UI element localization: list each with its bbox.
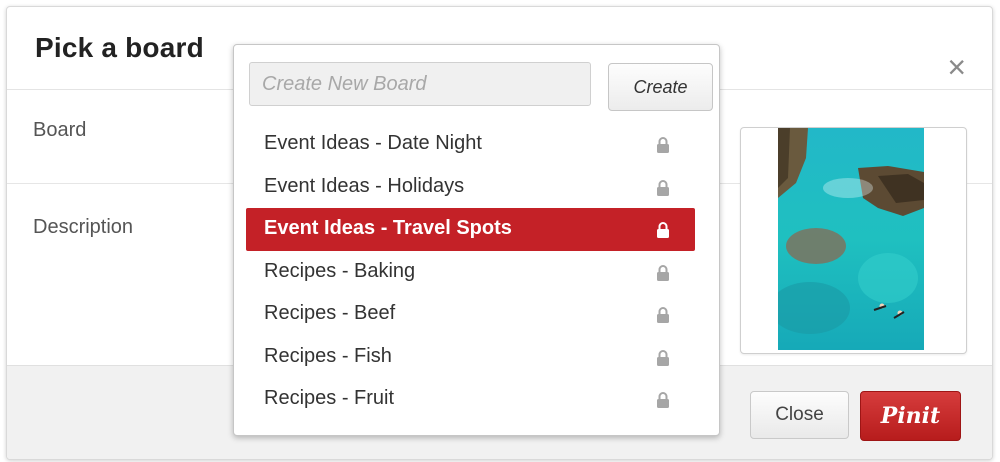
create-board-button[interactable]: Create	[608, 63, 713, 111]
pin-image	[778, 128, 924, 350]
board-list-item[interactable]: Recipes - Baking	[234, 251, 719, 294]
lock-icon	[657, 137, 669, 153]
description-label: Description	[33, 216, 134, 238]
board-list-item[interactable]: Event Ideas - Holidays	[234, 166, 719, 209]
board-item-label: Event Ideas - Date Night	[264, 132, 482, 154]
lock-icon	[657, 392, 669, 408]
board-list-item[interactable]: Event Ideas - Date Night	[234, 123, 719, 166]
lock-icon	[657, 179, 669, 196]
board-list-item[interactable]: Recipes - Fish	[234, 336, 719, 379]
board-item-label: Recipes - Beef	[264, 302, 396, 324]
board-item-label: Recipes - Fish	[264, 344, 392, 367]
board-label: Board	[33, 119, 87, 141]
board-item-label: Recipes - Fruit	[264, 387, 395, 409]
lock-icon	[657, 349, 669, 366]
board-dropdown: Create Event Ideas - Date NightEvent Ide…	[233, 44, 720, 436]
board-item-label: Event Ideas - Travel Spots	[264, 217, 512, 239]
lock-icon	[657, 222, 669, 238]
create-board-input[interactable]	[249, 62, 591, 106]
board-item-label: Event Ideas - Holidays	[264, 174, 465, 197]
close-button[interactable]: Close	[750, 391, 849, 439]
board-list-item[interactable]: Recipes - Beef	[234, 293, 719, 336]
board-item-label: Recipes - Baking	[264, 259, 416, 282]
lock-icon	[657, 264, 669, 281]
dialog-title: Pick a board	[35, 32, 204, 63]
pin-image-frame	[740, 127, 967, 354]
board-list-item[interactable]: Event Ideas - Travel Spots	[246, 208, 695, 251]
board-list: Event Ideas - Date Night Event Ideas - Ho…	[234, 123, 719, 421]
lock-icon	[657, 307, 669, 323]
board-list-item[interactable]: Recipes - Fruit	[234, 378, 719, 421]
close-icon[interactable]: ×	[947, 51, 966, 83]
pinit-button[interactable]: Pinit	[860, 391, 961, 441]
